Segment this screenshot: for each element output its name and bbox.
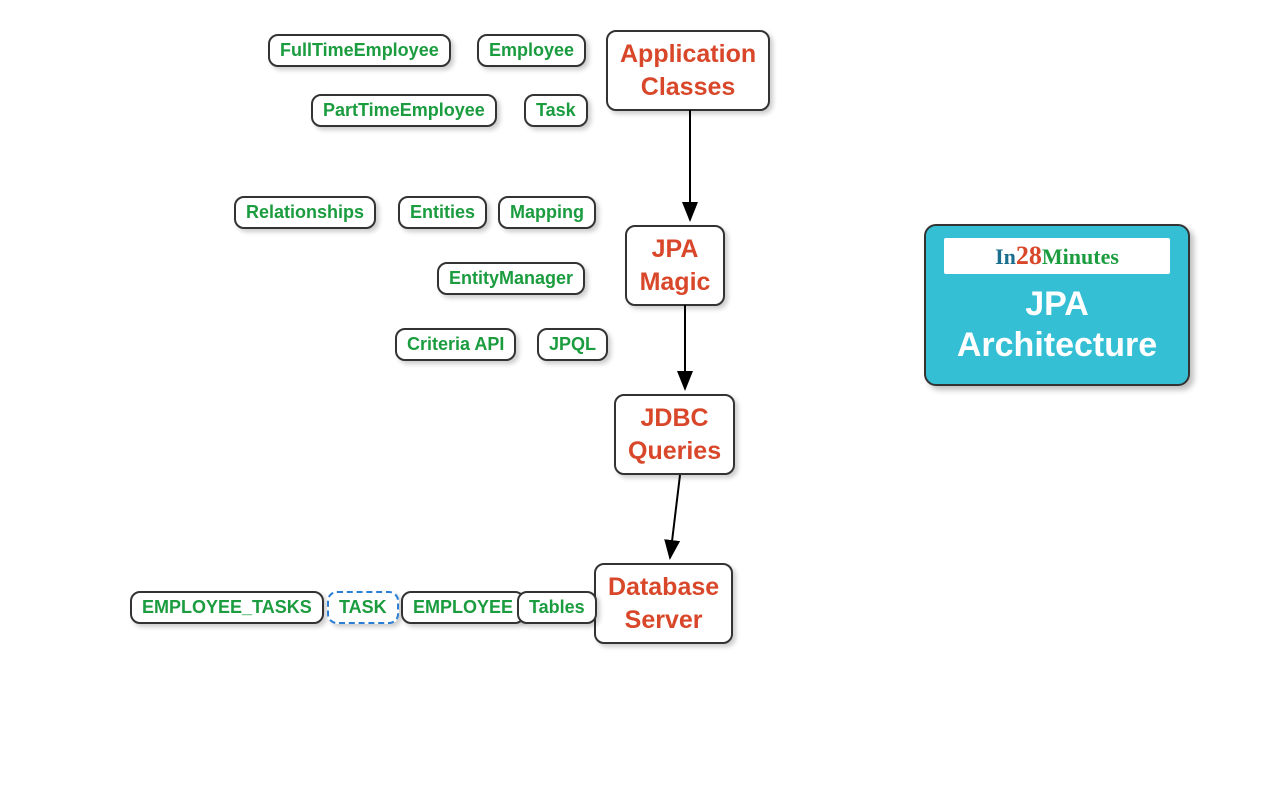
relationships-node[interactable]: Relationships: [234, 196, 376, 229]
entitymanager-node[interactable]: EntityManager: [437, 262, 585, 295]
task-table-node[interactable]: TASK: [327, 591, 399, 624]
logo-min: Minutes: [1042, 244, 1119, 269]
criteria-api-node[interactable]: Criteria API: [395, 328, 516, 361]
jdbc-queries-node[interactable]: JDBCQueries: [614, 394, 735, 475]
employee-tasks-node[interactable]: EMPLOYEE_TASKS: [130, 591, 324, 624]
logo: In28Minutes: [944, 238, 1170, 274]
jpa-magic-node[interactable]: JPAMagic: [625, 225, 725, 306]
fulltime-employee-node[interactable]: FullTimeEmployee: [268, 34, 451, 67]
flow-arrows: [0, 0, 1265, 786]
arrow-3: [670, 475, 680, 558]
employee-table-node[interactable]: EMPLOYEE: [401, 591, 525, 624]
logo-num: 28: [1016, 241, 1042, 270]
title-text: JPAArchitecture: [944, 284, 1170, 366]
parttime-employee-node[interactable]: PartTimeEmployee: [311, 94, 497, 127]
database-server-node[interactable]: DatabaseServer: [594, 563, 733, 644]
entities-node[interactable]: Entities: [398, 196, 487, 229]
employee-node[interactable]: Employee: [477, 34, 586, 67]
logo-in: In: [995, 244, 1016, 269]
tables-node[interactable]: Tables: [517, 591, 597, 624]
jpql-node[interactable]: JPQL: [537, 328, 608, 361]
mapping-node[interactable]: Mapping: [498, 196, 596, 229]
task-node[interactable]: Task: [524, 94, 588, 127]
title-card: In28Minutes JPAArchitecture: [924, 224, 1190, 386]
app-classes-node[interactable]: ApplicationClasses: [606, 30, 770, 111]
